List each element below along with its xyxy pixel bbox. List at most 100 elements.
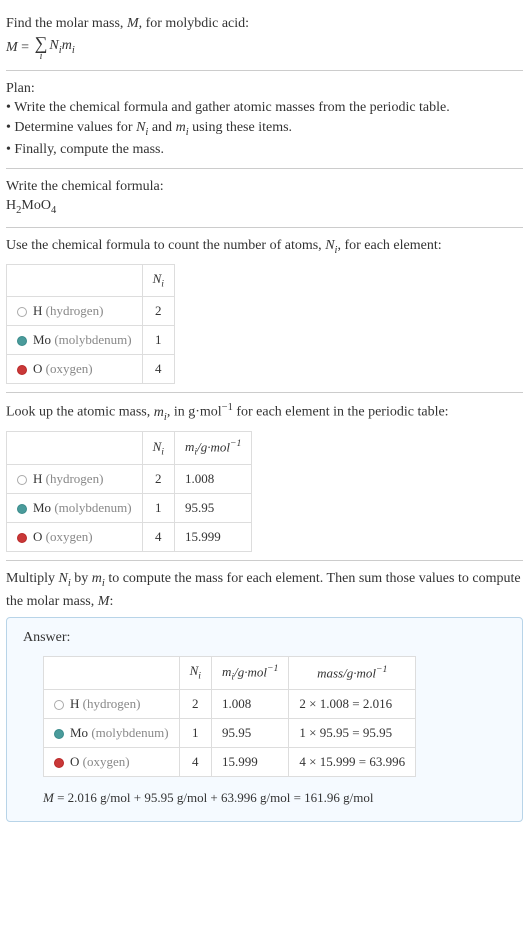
plan-title: Plan: [6,79,523,99]
header-mi: mi/g·mol−1 [211,656,288,689]
element-symbol: H [70,696,79,711]
table-row: O (oxygen) 4 15.999 4 × 15.999 = 63.996 [44,747,416,776]
molar-mass-equation: M = ∑ i Nimi [6,34,523,62]
text: Multiply [6,571,59,586]
text: and [148,120,175,135]
var-Ni: Ni [59,571,71,586]
hydrogen-icon [54,700,64,710]
molybdenum-icon [54,729,64,739]
table-row: H (hydrogen) 2 [7,297,175,326]
mass-value: 1.008 [211,689,288,718]
element-cell: Mo (molybdenum) [7,326,143,355]
header-empty [44,656,180,689]
eq-lhs: M [6,40,18,55]
table-header-row: Ni mi/g·mol−1 mass/g·mol−1 [44,656,416,689]
final-result: = 2.016 g/mol + 95.95 g/mol + 63.996 g/m… [54,790,374,805]
element-symbol: Mo [70,725,88,740]
element-symbol: O [70,754,79,769]
count-value: 4 [142,355,174,384]
table-row: H (hydrogen) 2 1.008 2 × 1.008 = 2.016 [44,689,416,718]
element-cell: O (oxygen) [44,747,180,776]
text: , for each element: [337,238,441,253]
chemical-formula: H2MoO4 [6,196,523,218]
count-value: 2 [142,465,174,494]
text: • Determine values for [6,120,136,135]
text: Look up the atomic mass, [6,405,154,420]
mass-value: 15.999 [174,523,251,552]
var-mi: mi [92,571,105,586]
var-mi: mi [176,120,189,135]
header-ni: Ni [179,656,211,689]
var-Ni: Ni [136,120,148,135]
element-cell: H (hydrogen) [7,465,143,494]
count-value: 2 [179,689,211,718]
header-empty [7,432,143,465]
mass-value: 95.95 [211,718,288,747]
table-row: O (oxygen) 4 15.999 [7,523,252,552]
header-ni: Ni [142,265,174,297]
element-name: (hydrogen) [83,696,141,711]
element-symbol: Mo [33,332,51,347]
equals: = [21,40,32,55]
header-ni: Ni [142,432,174,465]
element-symbol: H [33,303,42,318]
molybdenum-icon [17,504,27,514]
sum-term: Nimi [49,36,74,58]
mass-value: 1.008 [174,465,251,494]
element-name: (oxygen) [46,529,93,544]
text: for each element in the periodic table: [233,405,449,420]
table-header-row: Ni mi/g·mol−1 [7,432,252,465]
mass-value: 95.95 [174,494,251,523]
table-header-row: Ni [7,265,175,297]
molybdenum-icon [17,336,27,346]
header-mi: mi/g·mol−1 [174,432,251,465]
table-row: Mo (molybdenum) 1 [7,326,175,355]
element-symbol: O [33,529,42,544]
text: , in g·mol [167,405,222,420]
lookup-mass-section: Look up the atomic mass, mi, in g·mol−1 … [6,393,523,561]
count-value: 4 [179,747,211,776]
var-mi: mi [154,405,167,420]
atom-count-table: Ni H (hydrogen) 2 Mo (molybdenum) 1 O (o… [6,264,175,384]
plan-bullet-3: • Finally, compute the mass. [6,140,523,160]
answer-box: Answer: Ni mi/g·mol−1 mass/g·mol−1 H (hy… [6,617,523,822]
text: using these items. [189,120,292,135]
count-value: 2 [142,297,174,326]
var-Ni: Ni [325,238,337,253]
hydrogen-icon [17,475,27,485]
text: Find the molar mass, [6,16,127,31]
hydrogen-icon [17,307,27,317]
count-title: Use the chemical formula to count the nu… [6,236,523,258]
element-name: (oxygen) [83,754,130,769]
multiply-text: Multiply Ni by mi to compute the mass fo… [6,569,523,611]
element-name: (molybdenum) [54,332,131,347]
oxygen-icon [54,758,64,768]
element-name: (hydrogen) [46,303,104,318]
element-cell: H (hydrogen) [7,297,143,326]
var-M: M [43,790,54,805]
mass-calc: 1 × 95.95 = 95.95 [289,718,416,747]
var-M: M [127,16,139,31]
text: , for molybdic acid: [139,16,249,31]
count-value: 1 [142,494,174,523]
element-name: (molybdenum) [91,725,168,740]
sum-expression: ∑ i Nimi [33,34,75,62]
element-name: (hydrogen) [46,471,104,486]
header-empty [7,265,143,297]
element-cell: H (hydrogen) [44,689,180,718]
lookup-title: Look up the atomic mass, mi, in g·mol−1 … [6,401,523,425]
final-equation: M = 2.016 g/mol + 95.95 g/mol + 63.996 g… [43,789,506,807]
element-cell: O (oxygen) [7,355,143,384]
text: Use the chemical formula to count the nu… [6,238,325,253]
text: by [71,571,92,586]
element-name: (oxygen) [46,361,93,376]
table-row: Mo (molybdenum) 1 95.95 [7,494,252,523]
count-value: 4 [142,523,174,552]
text: : [109,594,113,609]
mass-calc: 2 × 1.008 = 2.016 [289,689,416,718]
sup: −1 [222,402,233,413]
count-value: 1 [142,326,174,355]
table-row: Mo (molybdenum) 1 95.95 1 × 95.95 = 95.9… [44,718,416,747]
mass-calc: 4 × 15.999 = 63.996 [289,747,416,776]
intro-section: Find the molar mass, M, for molybdic aci… [6,6,523,71]
